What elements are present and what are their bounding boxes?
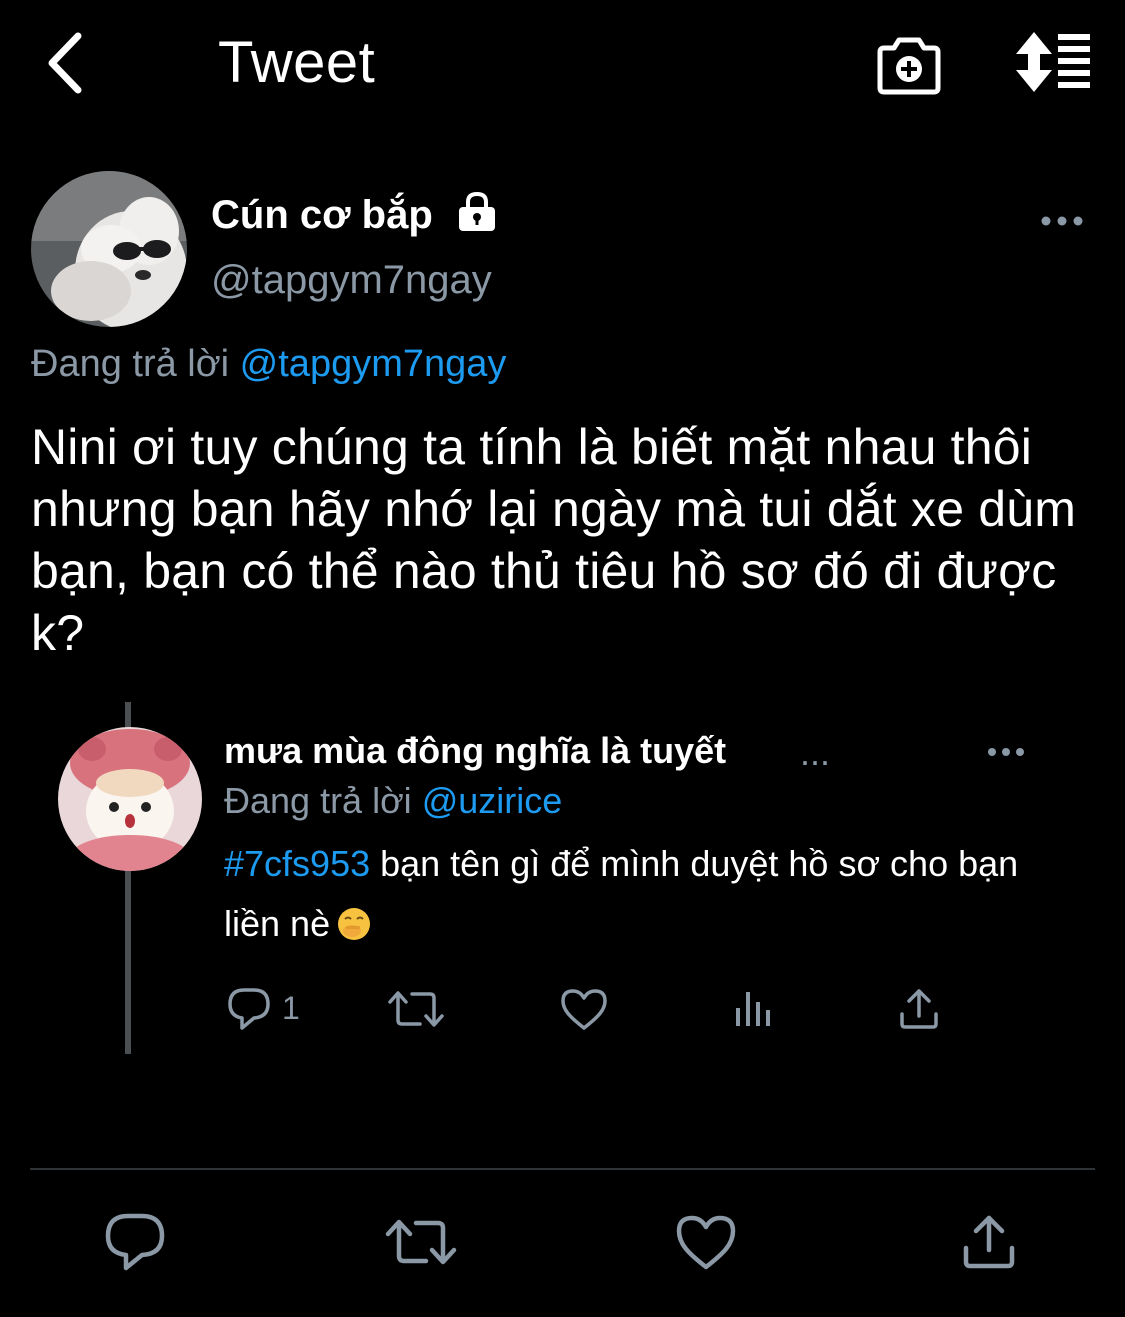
hashtag-link[interactable]: #7cfs953	[224, 843, 370, 884]
replying-to-handle[interactable]: @tapgym7ngay	[240, 343, 507, 385]
reply-analytics-button[interactable]	[728, 984, 778, 1034]
reply-icon	[228, 988, 270, 1030]
camera-plus-icon	[877, 37, 941, 95]
share-icon	[963, 1215, 1015, 1269]
reply-like-button[interactable]	[558, 984, 610, 1034]
share-icon	[900, 989, 938, 1029]
reply-replying-prefix: Đang trả lời	[224, 780, 412, 821]
reply-button[interactable]	[102, 1210, 168, 1274]
reply-text: #7cfs953 bạn tên gì để mình duyệt hồ sơ …	[224, 834, 1024, 954]
avatar-plush-image	[58, 727, 202, 871]
retweet-button[interactable]	[383, 1210, 459, 1274]
sort-list-icon	[1016, 32, 1090, 92]
more-options-icon[interactable]	[1040, 206, 1084, 236]
avatar-dog-image	[31, 171, 187, 327]
heart-icon	[561, 989, 607, 1030]
avatar[interactable]	[31, 171, 187, 327]
page-title: Tweet	[218, 30, 376, 95]
reply-icon	[105, 1213, 165, 1271]
face-with-hand-over-mouth-icon	[336, 906, 372, 942]
reply-replying-to-handle[interactable]: @uzirice	[422, 780, 563, 821]
analytics-icon	[736, 992, 770, 1026]
divider	[30, 1168, 1095, 1170]
retweet-icon	[385, 1219, 457, 1265]
chevron-left-icon	[48, 32, 82, 94]
tweet-text: Nini ơi tuy chúng ta tính là biết mặt nh…	[31, 419, 1077, 661]
reply-name-ellipsis: ...	[800, 732, 831, 773]
reply-avatar[interactable]	[58, 727, 202, 871]
reply-more-options-icon[interactable]	[986, 738, 1026, 766]
sort-button[interactable]	[1012, 30, 1094, 94]
replying-to: Đang trả lời @tapgym7ngay	[31, 338, 506, 390]
lock-icon	[456, 191, 498, 233]
share-button[interactable]	[958, 1210, 1020, 1274]
reply-share-button[interactable]	[894, 984, 944, 1034]
reply-author-name[interactable]: mưa mùa đông nghĩa là tuyết	[224, 726, 726, 776]
camera-button[interactable]	[874, 34, 944, 96]
like-button[interactable]	[673, 1210, 739, 1274]
author-name[interactable]: Cún cơ bắp	[211, 190, 433, 240]
reply-replying-to: Đang trả lời @uzirice	[224, 776, 562, 826]
author-handle[interactable]: @tapgym7ngay	[211, 254, 492, 306]
retweet-icon	[388, 991, 444, 1027]
back-button[interactable]	[40, 30, 96, 96]
replying-prefix: Đang trả lời	[31, 343, 230, 385]
heart-icon	[676, 1215, 736, 1270]
reply-count: 1	[282, 990, 300, 1026]
reply-retweet-button[interactable]	[386, 984, 446, 1034]
